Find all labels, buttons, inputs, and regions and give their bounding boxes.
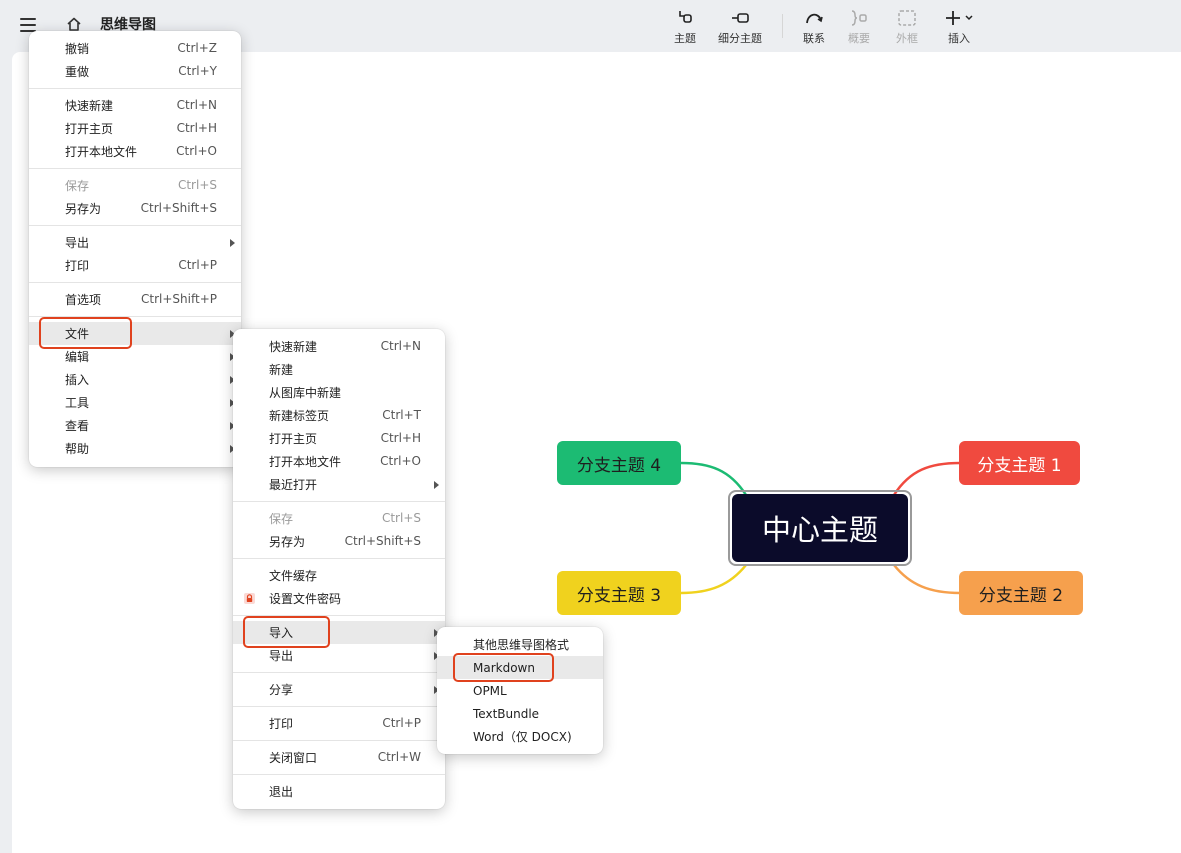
submenu-arrow-icon <box>230 239 235 247</box>
import-menu-word[interactable]: Word（仅 DOCX) <box>437 725 603 748</box>
file-menu-share[interactable]: 分享 <box>233 678 445 701</box>
relationship-button[interactable]: 联系 <box>793 8 835 48</box>
menu-item-help[interactable]: 帮助 <box>29 437 241 460</box>
file-menu-new[interactable]: 新建 <box>233 358 445 381</box>
summary-button[interactable]: 概要 <box>835 8 883 48</box>
menu-item-print[interactable]: 打印 Ctrl+P <box>29 254 241 277</box>
import-menu-opml[interactable]: OPML <box>437 679 603 702</box>
import-menu-markdown[interactable]: Markdown <box>437 656 603 679</box>
menu-divider <box>233 774 445 775</box>
menu-divider <box>233 672 445 673</box>
subtopic-button[interactable]: 细分主题 <box>708 8 772 48</box>
relationship-icon <box>806 13 823 24</box>
file-menu-quick-new[interactable]: 快速新建 Ctrl+N <box>233 335 445 358</box>
topic-icon <box>679 11 692 23</box>
branch-topic-2[interactable]: 分支主题 2 <box>959 571 1083 615</box>
menu-divider <box>233 615 445 616</box>
file-menu-open-local[interactable]: 打开本地文件 Ctrl+O <box>233 450 445 473</box>
file-menu-set-password[interactable]: 设置文件密码 <box>233 587 445 610</box>
file-menu-import[interactable]: 导入 <box>233 621 445 644</box>
boundary-button[interactable]: 外框 <box>883 8 931 48</box>
menu-item-edit[interactable]: 编辑 <box>29 345 241 368</box>
summary-icon <box>851 10 867 26</box>
topic-button[interactable]: 主题 <box>662 8 708 48</box>
file-menu-save[interactable]: 保存 Ctrl+S <box>233 507 445 530</box>
central-topic[interactable]: 中心主题 <box>732 494 908 562</box>
file-menu-new-tab[interactable]: 新建标签页 Ctrl+T <box>233 404 445 427</box>
subtopic-icon <box>732 13 749 23</box>
menu-item-open-local[interactable]: 打开本地文件 Ctrl+O <box>29 140 241 163</box>
branch-topic-1[interactable]: 分支主题 1 <box>959 441 1080 485</box>
menu-item-save[interactable]: 保存 Ctrl+S <box>29 174 241 197</box>
insert-button[interactable]: 插入 <box>931 8 987 48</box>
branch-topic-4[interactable]: 分支主题 4 <box>557 441 681 485</box>
plus-icon <box>946 11 973 25</box>
menu-item-export[interactable]: 导出 <box>29 231 241 254</box>
import-menu-textbundle[interactable]: TextBundle <box>437 702 603 725</box>
file-menu-quit[interactable]: 退出 <box>233 780 445 803</box>
menu-divider <box>233 501 445 502</box>
file-menu-open-home[interactable]: 打开主页 Ctrl+H <box>233 427 445 450</box>
import-submenu: 其他思维导图格式 Markdown OPML TextBundle Word（仅… <box>437 627 603 754</box>
menu-item-save-as[interactable]: 另存为 Ctrl+Shift+S <box>29 197 241 220</box>
menu-divider <box>29 225 241 226</box>
menu-divider <box>29 88 241 89</box>
menu-item-preferences[interactable]: 首选项 Ctrl+Shift+P <box>29 288 241 311</box>
menu-item-redo[interactable]: 重做 Ctrl+Y <box>29 60 241 83</box>
file-menu-export[interactable]: 导出 <box>233 644 445 667</box>
lock-icon <box>244 593 255 604</box>
toolbar: 主题 细分主题 联系 概要 外框 插入 <box>662 8 987 48</box>
menu-divider <box>29 282 241 283</box>
menu-divider <box>29 168 241 169</box>
file-menu-save-as[interactable]: 另存为 Ctrl+Shift+S <box>233 530 445 553</box>
file-submenu: 快速新建 Ctrl+N 新建 从图库中新建 新建标签页 Ctrl+T 打开主页 Ctr… <box>233 329 445 809</box>
file-menu-print[interactable]: 打印 Ctrl+P <box>233 712 445 735</box>
menu-item-quick-new[interactable]: 快速新建 Ctrl+N <box>29 94 241 117</box>
menu-item-undo[interactable]: 撤销 Ctrl+Z <box>29 37 241 60</box>
menu-item-tools[interactable]: 工具 <box>29 391 241 414</box>
file-menu-file-cache[interactable]: 文件缓存 <box>233 564 445 587</box>
menu-item-open-home[interactable]: 打开主页 Ctrl+H <box>29 117 241 140</box>
central-topic-frame[interactable]: 中心主题 <box>728 490 912 566</box>
branch-topic-3[interactable]: 分支主题 3 <box>557 571 681 615</box>
main-menu: 撤销 Ctrl+Z 重做 Ctrl+Y 快速新建 Ctrl+N 打开主页 Ctrl+H … <box>29 31 241 467</box>
menu-divider <box>233 706 445 707</box>
menu-divider <box>233 740 445 741</box>
toolbar-divider <box>782 14 783 38</box>
menu-item-insert[interactable]: 插入 <box>29 368 241 391</box>
submenu-arrow-icon <box>434 481 439 489</box>
menu-item-file[interactable]: 文件 <box>29 322 241 345</box>
home-icon[interactable] <box>66 16 82 32</box>
file-menu-new-from-gallery[interactable]: 从图库中新建 <box>233 381 445 404</box>
file-menu-recent[interactable]: 最近打开 <box>233 473 445 496</box>
file-menu-close-window[interactable]: 关闭窗口 Ctrl+W <box>233 746 445 769</box>
menu-divider <box>233 558 445 559</box>
hamburger-menu-icon[interactable] <box>20 18 36 32</box>
menu-item-view[interactable]: 查看 <box>29 414 241 437</box>
import-menu-other-formats[interactable]: 其他思维导图格式 <box>437 633 603 656</box>
menu-divider <box>29 316 241 317</box>
boundary-icon <box>898 10 916 26</box>
